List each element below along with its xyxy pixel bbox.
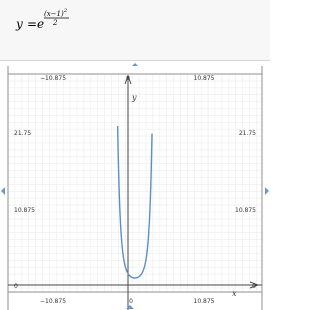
equation-equals: = [27,17,37,31]
left-tick-label-zero: 0 [14,283,18,290]
top-tick-label-neg: −10.875 [40,75,66,82]
equation-denominator: 2 [52,19,58,27]
graph-background [0,66,270,310]
graph-canvas[interactable]: y x −10.875 0 10.875 −10.875 0 10.875 21… [0,66,270,310]
x-axis-label: x [232,289,237,298]
top-tick-label-pos: 10.875 [194,75,215,82]
bottom-tick-label-zero: 0 [129,298,133,305]
equation-base: e [37,17,44,31]
equation-lhs: y [15,17,23,31]
equation-numerator: (x−1) [44,10,64,18]
equation-input-panel[interactable]: y = e (x−1) 2 2 [0,0,270,61]
equation-display: y = e (x−1) 2 2 [15,8,69,31]
bottom-tick-label-neg: −10.875 [40,298,66,305]
equation-numerator-exponent: 2 [63,8,67,14]
right-tick-label-zero: 0 [252,283,256,290]
right-tick-label-top: 21.75 [239,130,256,137]
left-tick-label-top: 21.75 [14,130,31,137]
top-tick-label-zero: 0 [126,75,130,82]
left-tick-label-mid: 10.875 [14,207,35,214]
right-tick-label-mid: 10.875 [235,207,256,214]
y-axis-label: y [131,93,137,102]
bottom-tick-label-pos: 10.875 [194,298,215,305]
